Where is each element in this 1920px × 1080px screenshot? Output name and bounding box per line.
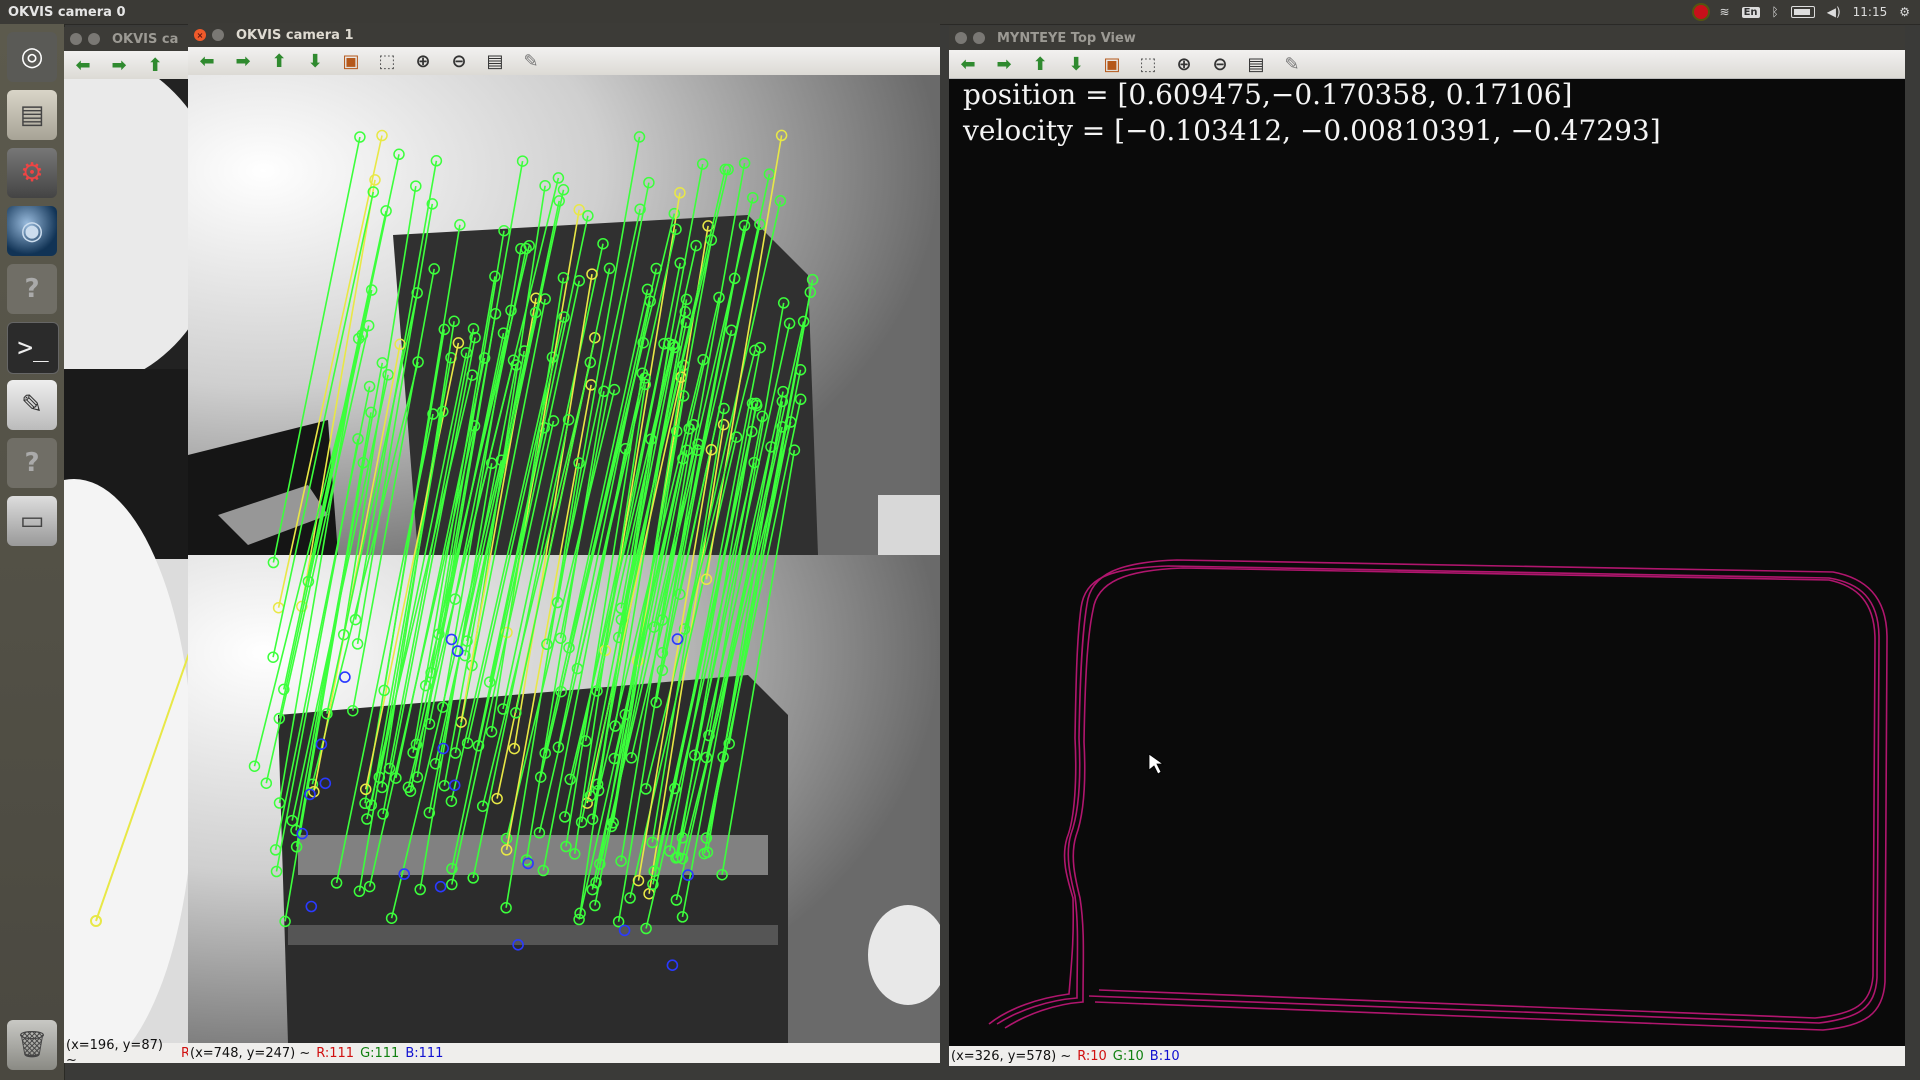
close-button[interactable] bbox=[70, 33, 82, 45]
pixel-red: R:10 bbox=[1077, 1048, 1107, 1064]
minimize-button[interactable] bbox=[212, 29, 224, 41]
window-title: OKVIS camera 1 bbox=[236, 27, 354, 43]
status-bar: (x=748, y=247) ~ R:111 G:111 B:111 bbox=[188, 1043, 940, 1063]
properties-icon[interactable]: ✎ bbox=[518, 49, 544, 73]
cursor-position: (x=748, y=247) ~ bbox=[190, 1045, 311, 1061]
image-toolbar: ⬅ ➡ ⬆ bbox=[64, 51, 194, 80]
battery-icon[interactable] bbox=[1790, 6, 1815, 18]
minimize-button[interactable] bbox=[973, 32, 985, 44]
pixel-green: G:10 bbox=[1112, 1048, 1144, 1064]
active-window-title: OKVIS camera 0 bbox=[8, 4, 126, 20]
image-toolbar: ⬅ ➡ ⬆ ⬇ ▣ ⬚ ⊕ ⊖ ▤ ✎ bbox=[188, 47, 940, 76]
pan-down-icon[interactable]: ⬇ bbox=[302, 49, 328, 73]
window-titlebar[interactable]: × OKVIS camera 1 bbox=[188, 23, 940, 47]
pixel-blue: B:111 bbox=[405, 1045, 444, 1061]
minimize-button[interactable] bbox=[88, 33, 100, 45]
zoom-original-icon[interactable]: ▣ bbox=[1099, 52, 1125, 76]
launcher-unknown-app-2-icon[interactable]: ? bbox=[7, 438, 57, 488]
launcher-browser-icon[interactable]: ◉ bbox=[7, 206, 57, 256]
bluetooth-icon[interactable]: ᛒ bbox=[1772, 5, 1779, 19]
save-icon[interactable]: ▤ bbox=[482, 49, 508, 73]
properties-icon[interactable]: ✎ bbox=[1279, 52, 1305, 76]
cursor-position: (x=196, y=87) ~ bbox=[66, 1038, 163, 1063]
pixel-red: R:111 bbox=[316, 1045, 355, 1061]
zoom-original-icon[interactable]: ▣ bbox=[338, 49, 364, 73]
wifi-icon[interactable]: ≋ bbox=[1720, 5, 1730, 19]
mynteye-top-view-window[interactable]: MYNTEYE Top View ⬅ ➡ ⬆ ⬇ ▣ ⬚ ⊕ ⊖ ▤ ✎ pos… bbox=[949, 26, 1905, 1066]
top-panel: OKVIS camera 0 ≋ En ᛒ ◀) 11:15 ⚙ bbox=[0, 0, 1920, 25]
launcher-drive-icon[interactable]: ▭ bbox=[7, 496, 57, 546]
launcher-settings-icon[interactable]: ⚙ bbox=[7, 148, 57, 198]
zoom-fit-icon[interactable]: ⬚ bbox=[374, 49, 400, 73]
pixel-blue: B:10 bbox=[1149, 1048, 1180, 1064]
launcher: ◎ ▤ ⚙ ◉ ? >_ ✎ ? ▭ 🗑 bbox=[0, 24, 65, 1080]
launcher-trash-icon[interactable]: 🗑 bbox=[7, 1020, 57, 1070]
record-indicator-icon[interactable] bbox=[1693, 5, 1708, 19]
zoom-in-icon[interactable]: ⊕ bbox=[1171, 52, 1197, 76]
launcher-text-editor-icon[interactable]: ✎ bbox=[7, 380, 57, 430]
pan-right-icon[interactable]: ➡ bbox=[230, 49, 256, 73]
zoom-out-icon[interactable]: ⊖ bbox=[446, 49, 472, 73]
save-icon[interactable]: ▤ bbox=[1243, 52, 1269, 76]
pan-down-icon[interactable]: ⬇ bbox=[1063, 52, 1089, 76]
session-gear-icon[interactable]: ⚙ bbox=[1899, 5, 1910, 19]
close-button[interactable]: × bbox=[194, 29, 206, 41]
camera-0-image bbox=[64, 79, 194, 1043]
volume-icon[interactable]: ◀) bbox=[1827, 5, 1841, 19]
trajectory-plot bbox=[988, 559, 1888, 1031]
pan-up-icon[interactable]: ⬆ bbox=[1027, 52, 1053, 76]
close-button[interactable] bbox=[955, 32, 967, 44]
camera-1-feature-matches-image bbox=[188, 75, 940, 1043]
pixel-green: G:111 bbox=[360, 1045, 400, 1061]
window-titlebar[interactable]: MYNTEYE Top View bbox=[949, 26, 1905, 50]
image-toolbar: ⬅ ➡ ⬆ ⬇ ▣ ⬚ ⊕ ⊖ ▤ ✎ bbox=[949, 50, 1905, 79]
pan-up-icon[interactable]: ⬆ bbox=[142, 53, 168, 77]
window-title: OKVIS ca bbox=[112, 31, 179, 47]
trajectory-path bbox=[988, 559, 1888, 1031]
pan-left-icon[interactable]: ⬅ bbox=[194, 49, 220, 73]
zoom-in-icon[interactable]: ⊕ bbox=[410, 49, 436, 73]
launcher-files-icon[interactable]: ▤ bbox=[7, 90, 57, 140]
cursor-position: (x=326, y=578) ~ bbox=[951, 1048, 1072, 1064]
pan-right-icon[interactable]: ➡ bbox=[106, 53, 132, 77]
zoom-out-icon[interactable]: ⊖ bbox=[1207, 52, 1233, 76]
pan-left-icon[interactable]: ⬅ bbox=[955, 52, 981, 76]
launcher-terminal-icon[interactable]: >_ bbox=[7, 322, 59, 374]
status-bar: (x=196, y=87) ~ R: bbox=[64, 1038, 194, 1063]
window-titlebar[interactable]: OKVIS ca bbox=[64, 27, 194, 51]
system-tray: ≋ En ᛒ ◀) 11:15 ⚙ bbox=[1693, 5, 1920, 19]
zoom-fit-icon[interactable]: ⬚ bbox=[1135, 52, 1161, 76]
launcher-ubuntu-dash-icon[interactable]: ◎ bbox=[7, 32, 57, 82]
pan-up-icon[interactable]: ⬆ bbox=[266, 49, 292, 73]
pan-right-icon[interactable]: ➡ bbox=[991, 52, 1017, 76]
okvis-camera-0-window[interactable]: OKVIS ca ⬅ ➡ ⬆ (x=196, y=87) ~ R: bbox=[64, 27, 194, 1063]
launcher-unknown-app-icon[interactable]: ? bbox=[7, 264, 57, 314]
okvis-camera-1-window[interactable]: × OKVIS camera 1 ⬅ ➡ ⬆ ⬇ ▣ ⬚ ⊕ ⊖ ▤ ✎ (x=… bbox=[188, 23, 940, 1063]
clock[interactable]: 11:15 bbox=[1853, 5, 1888, 19]
mouse-cursor-icon bbox=[1148, 753, 1165, 775]
pan-left-icon[interactable]: ⬅ bbox=[70, 53, 96, 77]
status-bar: (x=326, y=578) ~ R:10 G:10 B:10 bbox=[949, 1046, 1905, 1066]
keyboard-layout-indicator[interactable]: En bbox=[1741, 6, 1760, 18]
window-title: MYNTEYE Top View bbox=[997, 30, 1136, 46]
